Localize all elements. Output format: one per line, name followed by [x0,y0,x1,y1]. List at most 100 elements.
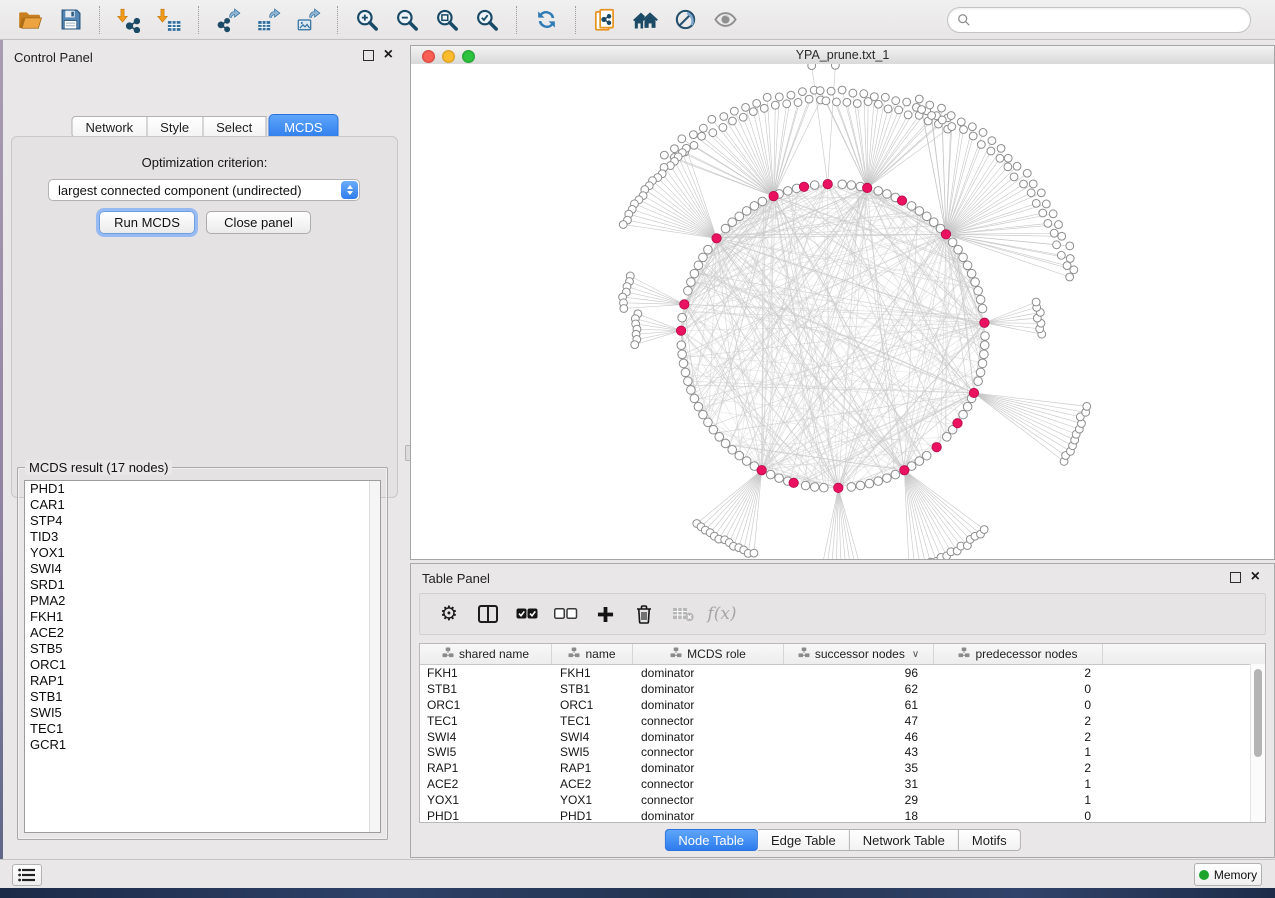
mcds-result-item[interactable]: ORC1 [25,657,380,673]
mcds-result-item[interactable]: GCR1 [25,737,380,753]
table-settings-gear-icon[interactable]: ⚙ [436,604,462,624]
import-network-icon[interactable] [113,4,145,36]
table-row[interactable]: ORC1ORC1dominator610 [420,697,1265,713]
show-columns-icon[interactable] [475,605,501,623]
mcds-result-item[interactable]: SRD1 [25,577,380,593]
hide-graphics-details-icon[interactable] [669,4,701,36]
mcds-result-item[interactable]: YOX1 [25,545,380,561]
tab-select[interactable]: Select [203,116,266,138]
table-row[interactable]: STB1STB1dominator620 [420,681,1265,697]
tab-node-table[interactable]: Node Table [664,829,758,851]
mcds-list-scrollbar[interactable] [369,481,380,832]
save-session-icon[interactable] [54,4,86,36]
mcds-result-item[interactable]: FKH1 [25,609,380,625]
toolbar-separator [337,6,338,34]
mcds-result-item[interactable]: STP4 [25,513,380,529]
memory-button[interactable]: Memory [1194,863,1262,886]
export-network-icon[interactable] [212,4,244,36]
import-table-icon[interactable] [153,4,185,36]
table-row[interactable]: SWI4SWI4dominator462 [420,729,1265,745]
float-panel-icon[interactable] [1230,572,1241,583]
show-all-networks-icon[interactable] [629,4,661,36]
cell-name: STB1 [552,682,633,696]
cell-succ: 96 [784,666,934,680]
tab-edge-table[interactable]: Edge Table [758,829,850,851]
criterion-dropdown[interactable]: largest connected component (undirected) [48,179,360,201]
column-header-MCDS-role[interactable]: MCDS role [633,644,784,664]
cell-name: ORC1 [552,698,633,712]
mcds-result-item[interactable]: STB5 [25,641,380,657]
cell-shared: RAP1 [420,761,552,775]
cell-pred: 1 [934,745,1103,759]
mcds-result-item[interactable]: PHD1 [25,481,380,497]
close-panel-button[interactable]: Close panel [206,211,311,234]
table-row[interactable]: PHD1PHD1dominator180 [420,808,1265,823]
application-window: Control Panel × NetworkStyleSelectMCDS O… [0,0,1275,898]
cell-pred: 0 [934,809,1103,823]
tab-style[interactable]: Style [147,116,203,138]
close-panel-icon[interactable]: × [384,49,393,61]
cell-role: dominator [633,809,784,823]
mcds-result-item[interactable]: STB1 [25,689,380,705]
column-header-successor-nodes[interactable]: successor nodes∨ [784,644,934,664]
deselect-all-rows-icon[interactable] [553,608,579,620]
select-all-rows-icon[interactable] [514,608,540,620]
table-row[interactable]: FKH1FKH1dominator962 [420,665,1265,681]
cell-shared: TEC1 [420,714,552,728]
network-canvas[interactable] [411,64,1274,559]
network-window-titlebar[interactable]: YPA_prune.txt_1 [411,46,1274,65]
run-mcds-button[interactable]: Run MCDS [99,211,195,234]
mcds-result-item[interactable]: SWI4 [25,561,380,577]
column-header-name[interactable]: name [552,644,633,664]
mcds-result-item[interactable]: ACE2 [25,625,380,641]
open-session-icon[interactable] [14,4,46,36]
desktop-wallpaper-bottom [0,888,1275,898]
column-header-predecessor-nodes[interactable]: predecessor nodes [934,644,1103,664]
table-panel: Table Panel × ⚙ f(x) shared namenameMCDS… [410,563,1275,858]
task-history-button[interactable] [12,864,42,886]
mcds-result-item[interactable]: TEC1 [25,721,380,737]
table-row[interactable]: SWI5SWI5connector431 [420,744,1265,760]
close-panel-icon[interactable]: × [1251,571,1260,583]
table-row[interactable]: ACE2ACE2connector311 [420,776,1265,792]
table-row[interactable]: TEC1TEC1connector472 [420,713,1265,729]
show-view-eye-icon[interactable] [709,4,741,36]
zoom-out-icon[interactable] [391,4,423,36]
column-header-filler [1103,644,1265,664]
tab-network[interactable]: Network [71,116,147,138]
tab-motifs[interactable]: Motifs [959,829,1021,851]
criterion-value: largest connected component (undirected) [58,183,302,198]
refresh-layout-icon[interactable] [530,4,562,36]
mcds-result-item[interactable]: TID3 [25,529,380,545]
table-row[interactable]: YOX1YOX1connector291 [420,792,1265,808]
mcds-result-item[interactable]: SWI5 [25,705,380,721]
table-row[interactable]: RAP1RAP1dominator352 [420,760,1265,776]
table-scrollbar-thumb[interactable] [1254,669,1262,757]
new-network-from-file-icon[interactable] [589,4,621,36]
export-image-icon[interactable] [292,4,324,36]
add-column-icon[interactable] [592,606,618,623]
delete-column-trash-icon[interactable] [631,605,657,624]
table-scrollbar[interactable] [1250,664,1265,822]
float-panel-icon[interactable] [363,50,374,61]
search-input[interactable] [977,12,1241,28]
zoom-in-icon[interactable] [351,4,383,36]
export-table-icon[interactable] [252,4,284,36]
cell-name: SWI4 [552,730,633,744]
mcds-result-item[interactable]: CAR1 [25,497,380,513]
network-graph [411,64,1272,559]
mcds-result-list[interactable]: PHD1CAR1STP4TID3YOX1SWI4SRD1PMA2FKH1ACE2… [24,480,381,833]
status-bar: Memory [0,859,1275,888]
sort-descending-icon[interactable]: ∨ [912,649,919,660]
column-header-shared-name[interactable]: shared name [420,644,552,664]
cell-succ: 29 [784,793,934,807]
optimization-criterion-label: Optimization criterion: [12,155,397,170]
mcds-result-item[interactable]: RAP1 [25,673,380,689]
zoom-fit-icon[interactable] [431,4,463,36]
mcds-result-item[interactable]: PMA2 [25,593,380,609]
cell-role: dominator [633,761,784,775]
search-field[interactable] [947,7,1251,33]
zoom-selected-icon[interactable] [471,4,503,36]
tab-network-table[interactable]: Network Table [850,829,959,851]
cell-pred: 2 [934,761,1103,775]
